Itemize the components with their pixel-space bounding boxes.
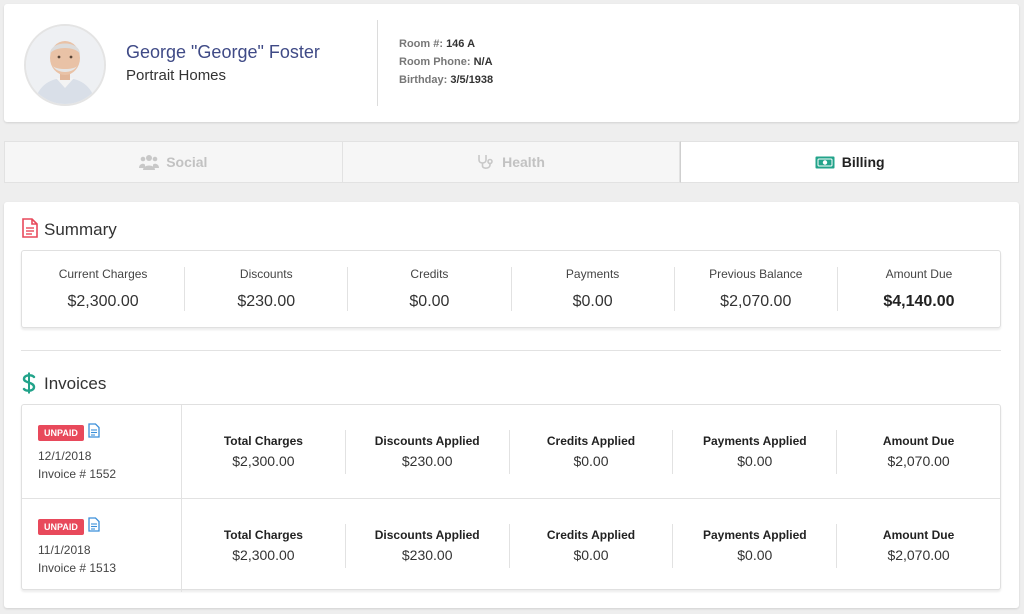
invoice-column-value: $0.00	[573, 547, 609, 563]
money-icon	[815, 156, 835, 169]
invoice-column-label: Total Charges	[223, 528, 303, 542]
invoice-row[interactable]: UNPAID 11/1/2018 Invoice # 1513 Total Ch…	[22, 498, 1000, 592]
invoice-column-label: Total Charges	[223, 434, 303, 448]
invoice-column-value: $0.00	[737, 547, 773, 563]
summary-value: $4,140.00	[883, 293, 955, 310]
summary-value: $230.00	[237, 293, 296, 310]
invoice-column-value: $230.00	[401, 453, 453, 469]
invoice-column-label: Amount Due	[882, 434, 955, 448]
summary-previous-balance: Previous Balance $2,070.00	[673, 267, 837, 311]
room-phone: Room Phone: N/A	[399, 56, 493, 68]
summary-label: Payments	[565, 267, 620, 281]
stethoscope-icon	[477, 154, 495, 170]
invoice-date: 12/1/2018	[38, 449, 92, 463]
summary-label: Previous Balance	[709, 267, 803, 281]
invoice-payments-applied: Payments Applied $0.00	[672, 429, 836, 474]
invoice-column-value: $2,070.00	[887, 547, 950, 563]
summary-title: Summary	[44, 220, 117, 239]
invoice-total-charges: Total Charges $2,300.00	[182, 524, 345, 568]
summary-credits: Credits $0.00	[347, 267, 510, 311]
invoice-column-label: Payments Applied	[702, 528, 807, 542]
users-icon	[139, 154, 160, 170]
invoice-info: UNPAID 11/1/2018 Invoice # 1513	[22, 499, 182, 592]
invoices-title: Invoices	[44, 374, 107, 393]
status-badge: UNPAID	[38, 519, 84, 535]
tab-billing-label: Billing	[841, 154, 885, 170]
invoice-total-charges: Total Charges $2,300.00	[182, 430, 345, 474]
summary-label: Credits	[410, 267, 449, 281]
invoice-amount-due: Amount Due $2,070.00	[836, 523, 1000, 568]
summary-value: $2,070.00	[720, 293, 792, 310]
invoice-info: UNPAID 12/1/2018 Invoice # 1552	[22, 405, 182, 498]
resident-name: George "George" Foster	[126, 42, 320, 62]
invoice-column-label: Credits Applied	[546, 528, 636, 542]
summary-label: Amount Due	[885, 267, 953, 281]
invoice-column-value: $2,300.00	[232, 453, 295, 469]
section-divider	[21, 350, 1001, 351]
summary-payments: Payments $0.00	[510, 267, 674, 311]
profile-divider	[377, 20, 378, 106]
billing-panel: Summary Current Charges $2,300.00 Discou…	[4, 202, 1019, 608]
summary-label: Current Charges	[58, 267, 148, 281]
invoice-column-value: $0.00	[737, 453, 773, 469]
invoice-column-label: Discounts Applied	[374, 434, 480, 448]
summary-amount-due: Amount Due $4,140.00	[836, 267, 1000, 311]
invoice-discounts-applied: Discounts Applied $230.00	[344, 523, 509, 568]
dollar-icon	[22, 372, 36, 399]
invoice-discounts-applied: Discounts Applied $230.00	[344, 429, 509, 474]
invoice-credits-applied: Credits Applied $0.00	[508, 429, 673, 474]
tab-health-label: Health	[502, 154, 545, 170]
summary-label: Discounts	[239, 267, 293, 281]
invoice-column-label: Amount Due	[882, 528, 955, 542]
document-icon	[22, 218, 38, 243]
status-badge: UNPAID	[38, 425, 84, 441]
invoice-column-value: $2,300.00	[232, 547, 295, 563]
invoice-amount-due: Amount Due $2,070.00	[836, 429, 1000, 474]
summary-current-charges: Current Charges $2,300.00	[22, 267, 184, 311]
room-phone-label: Room Phone:	[399, 56, 471, 68]
summary-discounts: Discounts $230.00	[184, 267, 347, 311]
invoice-row[interactable]: UNPAID 12/1/2018 Invoice # 1552 Total Ch…	[22, 405, 1000, 498]
avatar	[24, 24, 106, 106]
section-tabs: Social Health Billing	[4, 141, 1020, 183]
room-number-value: 146 A	[446, 38, 476, 50]
invoice-column-value: $0.00	[573, 453, 609, 469]
invoice-number: Invoice # 1552	[38, 467, 117, 481]
summary-value: $2,300.00	[67, 293, 139, 310]
room-number: Room #: 146 A	[399, 38, 475, 50]
invoice-column-value: $230.00	[401, 547, 453, 563]
birthday: Birthday: 3/5/1938	[399, 74, 493, 86]
invoice-payments-applied: Payments Applied $0.00	[672, 523, 836, 568]
invoice-document-icon[interactable]	[88, 423, 100, 443]
tab-health[interactable]: Health	[342, 141, 681, 183]
invoice-credits-applied: Credits Applied $0.00	[508, 523, 673, 568]
tab-social[interactable]: Social	[4, 141, 343, 183]
facility-name: Portrait Homes	[126, 67, 227, 84]
birthday-label: Birthday:	[399, 74, 448, 86]
invoice-date: 11/1/2018	[38, 543, 91, 557]
invoice-amounts: Total Charges $2,300.00 Discounts Applie…	[182, 499, 1000, 592]
summary-value: $0.00	[572, 293, 613, 310]
tab-social-label: Social	[166, 154, 208, 170]
tab-billing[interactable]: Billing	[680, 141, 1020, 183]
room-number-label: Room #:	[399, 38, 443, 50]
invoice-list: UNPAID 12/1/2018 Invoice # 1552 Total Ch…	[21, 404, 1001, 592]
summary-box: Current Charges $2,300.00 Discounts $230…	[21, 250, 1001, 328]
birthday-value: 3/5/1938	[450, 74, 494, 86]
invoice-number: Invoice # 1513	[38, 561, 117, 575]
invoice-column-label: Payments Applied	[702, 434, 807, 448]
invoice-document-icon[interactable]	[88, 517, 100, 537]
invoice-column-value: $2,070.00	[887, 453, 950, 469]
invoice-column-label: Discounts Applied	[374, 528, 480, 542]
invoice-column-label: Credits Applied	[546, 434, 636, 448]
summary-value: $0.00	[409, 293, 450, 310]
room-phone-value: N/A	[473, 56, 493, 68]
invoice-amounts: Total Charges $2,300.00 Discounts Applie…	[182, 405, 1000, 498]
resident-profile-card: George "George" Foster Portrait Homes Ro…	[4, 4, 1019, 122]
